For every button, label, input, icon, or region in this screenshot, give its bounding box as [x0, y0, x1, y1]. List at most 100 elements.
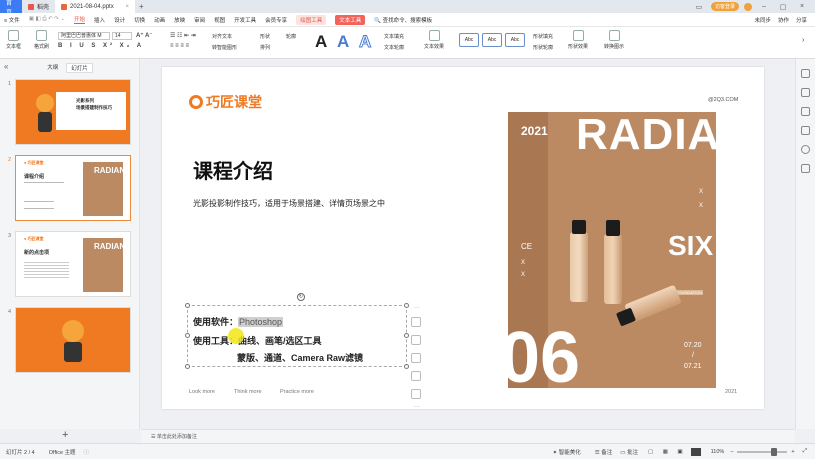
- ribbon-more-icon[interactable]: ›: [802, 37, 804, 44]
- rotate-handle-icon[interactable]: ↻: [297, 293, 305, 301]
- minimize-button[interactable]: –: [757, 3, 771, 10]
- resize-handle[interactable]: [185, 333, 190, 338]
- format-painter-button[interactable]: 格式刷: [34, 30, 49, 50]
- comment-button[interactable]: ▭ 批注: [620, 448, 638, 456]
- view-mode-icons[interactable]: ▢ ▦ ▣: [648, 449, 687, 455]
- resize-handle[interactable]: [404, 364, 409, 369]
- more-icon[interactable]: ···: [411, 404, 423, 410]
- shape-outline-button[interactable]: 形状轮廓: [533, 44, 553, 51]
- slide[interactable]: 巧匠课堂 @2Q3.COM 课程介绍 光影投影制作技巧，适用于场景搭建、详情页场…: [162, 67, 764, 410]
- help-icon[interactable]: [801, 145, 810, 154]
- text-effect-button[interactable]: 文本效果: [424, 30, 444, 50]
- close-window-button[interactable]: ×: [795, 3, 809, 10]
- menu-item-transition[interactable]: 切换: [134, 16, 145, 24]
- template-tab[interactable]: 稻壳: [22, 0, 55, 13]
- shape-style-2[interactable]: Abc: [482, 33, 502, 47]
- layout-icon[interactable]: ▭: [692, 3, 706, 11]
- shape-fill-button[interactable]: 形状填充: [533, 33, 553, 40]
- text-outline-button[interactable]: 文本轮廓: [384, 44, 404, 51]
- slide-thumbnail-4[interactable]: [15, 307, 131, 373]
- layers-icon[interactable]: [411, 317, 421, 327]
- list-icons[interactable]: ☰ ☷ ⇤ ⇥: [170, 32, 196, 39]
- software-value[interactable]: Photoshop: [238, 317, 284, 327]
- shape-style-1[interactable]: Abc: [459, 33, 479, 47]
- menu-item-insert[interactable]: 插入: [94, 16, 105, 24]
- tab-outline[interactable]: 大纲: [47, 63, 58, 73]
- text-tools-tab[interactable]: 文本工具: [335, 14, 366, 25]
- text-style-blue[interactable]: A: [337, 32, 349, 52]
- zoom-level[interactable]: 110%: [711, 449, 725, 455]
- text-fill-button[interactable]: 文本填充: [384, 33, 404, 40]
- align-text-button[interactable]: 对齐文本: [212, 33, 232, 40]
- share-button[interactable]: 分享: [796, 16, 807, 24]
- slide-thumbnail-1[interactable]: 光影系列 场景搭建制作技巧: [15, 79, 131, 145]
- document-tab[interactable]: 2021-08-04.pptx ×: [55, 0, 136, 13]
- notes-button[interactable]: ☰ 备注: [595, 448, 612, 456]
- maximize-button[interactable]: ▢: [776, 3, 790, 11]
- resize-handle[interactable]: [185, 364, 190, 369]
- menu-item-devtools[interactable]: 开发工具: [234, 16, 256, 24]
- frame-icon[interactable]: [411, 371, 421, 381]
- menu-item-start[interactable]: 开始: [74, 15, 86, 24]
- quick-access-icons[interactable]: ▣ ◧ ⎙ ↶ ↷ ⌄: [29, 16, 65, 23]
- fill-icon[interactable]: [411, 353, 421, 363]
- arrange-button[interactable]: 排列: [260, 44, 270, 51]
- menu-item-view[interactable]: 视图: [214, 16, 225, 24]
- properties-icon[interactable]: [801, 69, 810, 78]
- menu-item-design[interactable]: 设计: [114, 16, 125, 24]
- menu-item-review[interactable]: 审阅: [194, 16, 205, 24]
- sync-status[interactable]: 未同步: [754, 16, 771, 24]
- share-icon[interactable]: [801, 164, 810, 173]
- slide-thumbnail-2[interactable]: ● 巧匠课堂 课程介绍 RADIANC: [15, 155, 131, 221]
- collaborate-button[interactable]: 协作: [778, 16, 789, 24]
- font-name-select[interactable]: 阿里巴巴普惠体 M: [58, 32, 110, 40]
- menu-item-member[interactable]: 会员专享: [265, 16, 287, 24]
- avatar[interactable]: [744, 2, 752, 11]
- align-icons[interactable]: ≡ ≡ ≡ ≡: [170, 43, 189, 49]
- selected-textbox[interactable]: ↻ 使用软件：Photoshop 使用工具：曲线、画笔/选区工具 蒙版、通道、C…: [185, 293, 409, 369]
- home-tab[interactable]: 首页: [0, 0, 22, 16]
- tab-slides[interactable]: 幻灯片: [66, 63, 93, 73]
- drawing-tools-tab[interactable]: 绘图工具: [296, 14, 327, 25]
- new-tab-button[interactable]: +: [135, 2, 148, 11]
- text-style-outline[interactable]: A: [358, 32, 371, 52]
- beautify-button[interactable]: ✦ 智能美化: [553, 448, 581, 456]
- shape-effect-label: 形状效果: [568, 44, 589, 50]
- lightbulb-icon[interactable]: [411, 389, 421, 399]
- pen-icon[interactable]: [411, 335, 421, 345]
- file-menu[interactable]: ≡ 文件: [4, 16, 20, 24]
- settings-icon[interactable]: [801, 126, 810, 135]
- slide-thumbnail-3[interactable]: ● 巧匠课堂 新的点击项 RADIANC: [15, 231, 131, 297]
- zoom-in-button[interactable]: +: [791, 449, 794, 455]
- zoom-out-button[interactable]: –: [730, 449, 733, 455]
- select-icon[interactable]: [801, 88, 810, 97]
- outline-button[interactable]: 轮廓: [286, 33, 296, 40]
- close-tab-icon[interactable]: ×: [126, 4, 130, 10]
- font-grow-icons[interactable]: A⁺ A⁻: [136, 32, 152, 39]
- menu-item-animation[interactable]: 动画: [154, 16, 165, 24]
- animation-icon[interactable]: [801, 107, 810, 116]
- font-style-icons[interactable]: B I U S X² X₂ A: [58, 43, 144, 49]
- resize-handle[interactable]: [404, 303, 409, 308]
- add-slide-button[interactable]: +: [62, 429, 68, 441]
- shape-style-3[interactable]: Abc: [505, 33, 525, 47]
- shape-button[interactable]: 形状: [260, 33, 270, 40]
- zoom-slider[interactable]: [737, 447, 788, 456]
- menu-item-slideshow[interactable]: 放映: [174, 16, 185, 24]
- resize-handle[interactable]: [185, 303, 190, 308]
- shape-effect-button[interactable]: 形状效果: [568, 30, 588, 50]
- textbox-button[interactable]: 文本框: [6, 30, 21, 50]
- notes-pane[interactable]: ☰ 单击此处添加备注: [141, 429, 795, 443]
- theme-warning-icon[interactable]: ⓘ: [84, 448, 90, 456]
- login-button[interactable]: 访客登录: [710, 2, 739, 11]
- convert-smartart-button[interactable]: 转智能图形: [212, 44, 237, 51]
- play-slideshow-button[interactable]: [690, 447, 701, 456]
- zoom-slider-thumb[interactable]: [771, 447, 778, 456]
- font-size-select[interactable]: 14: [112, 32, 132, 40]
- text-style-black[interactable]: A: [315, 32, 327, 52]
- fit-window-icon[interactable]: ⤢: [803, 448, 807, 455]
- smart-graphic-button[interactable]: 转换图示: [604, 30, 624, 50]
- more-icon[interactable]: ···: [411, 305, 423, 311]
- search-command-input[interactable]: 🔍 查找命令、搜索模板: [374, 16, 432, 24]
- resize-handle[interactable]: [404, 333, 409, 338]
